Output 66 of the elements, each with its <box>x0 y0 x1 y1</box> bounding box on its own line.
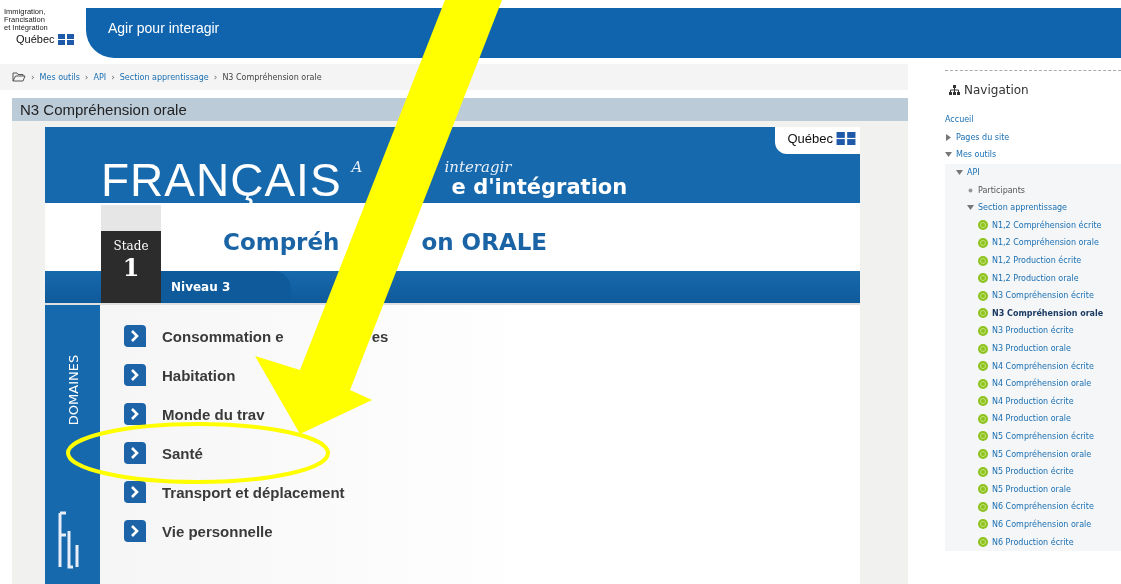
activity-icon <box>978 325 988 336</box>
chevron-button-icon[interactable] <box>124 481 146 503</box>
activity-icon <box>978 501 988 512</box>
collapsed-triangle-icon[interactable] <box>945 133 952 141</box>
domain-link[interactable]: Habitation <box>162 366 236 384</box>
activity-icon <box>978 413 988 424</box>
activity-icon <box>978 519 988 530</box>
chevron-button-icon[interactable] <box>124 364 146 386</box>
nav-link[interactable]: Pages du site <box>956 132 1010 142</box>
activity-icon <box>978 466 988 477</box>
activity-icon <box>978 361 988 372</box>
logo-text: Québec <box>16 33 55 45</box>
separator-icon: › <box>111 72 115 82</box>
flag-icon <box>836 132 856 145</box>
bullet-icon <box>967 186 974 194</box>
breadcrumb-link[interactable]: Mes outils <box>39 72 80 82</box>
activity-icon <box>978 343 988 354</box>
activity-icon <box>978 484 988 495</box>
banner-title: FRANÇAIS <box>101 157 342 203</box>
course-heading: Compréh <box>223 229 340 255</box>
expanded-triangle-icon[interactable] <box>967 204 974 212</box>
stade-badge: Stade 1 <box>101 205 161 303</box>
expanded-triangle-icon[interactable] <box>945 151 952 159</box>
logo-mark-icon <box>57 511 81 569</box>
activity-icon <box>978 378 988 389</box>
nav-link[interactable]: Accueil <box>945 115 974 125</box>
nav-link[interactable]: Mes outils <box>956 150 997 160</box>
activity-icon <box>978 255 988 266</box>
folder-icon[interactable] <box>12 72 26 82</box>
course-heading: on ORALE <box>421 229 548 255</box>
block-title: Navigation <box>964 83 1029 97</box>
breadcrumb-link[interactable]: Section apprentissage <box>119 72 209 82</box>
domain-link[interactable]: Monde du trav <box>162 405 265 423</box>
script-text: interagir <box>444 160 512 175</box>
domain-link[interactable]: Transport et déplacement <box>162 483 345 501</box>
chevron-button-icon[interactable] <box>124 325 146 347</box>
nav-link[interactable]: API <box>967 168 980 178</box>
activity-icon <box>978 220 988 231</box>
nav-link[interactable]: Participants <box>978 185 1025 195</box>
separator-icon: › <box>31 72 35 82</box>
activity-icon <box>978 431 988 442</box>
chevron-button-icon[interactable] <box>124 442 146 464</box>
domain-link[interactable]: Consommation e <box>162 327 284 345</box>
banner-subtitle: e d'intégration <box>451 175 628 199</box>
domain-link[interactable]: Santé <box>162 444 203 462</box>
activity-icon <box>978 449 988 460</box>
side-band: DOMAINES <box>45 305 100 584</box>
breadcrumb-link[interactable]: API <box>93 72 107 82</box>
page-title: N3 Compréhension orale <box>12 98 908 121</box>
domain-link[interactable]: es <box>371 327 389 345</box>
chevron-button-icon[interactable] <box>124 520 146 542</box>
site-title[interactable]: Agir pour interagir <box>108 20 220 36</box>
script-text: A <box>351 160 363 175</box>
expanded-triangle-icon[interactable] <box>956 169 963 177</box>
activity-icon <box>978 290 988 301</box>
separator-icon: › <box>213 72 218 82</box>
activity-icon <box>978 396 988 407</box>
flag-icon <box>57 33 74 45</box>
domain-link[interactable]: Vie personnelle <box>162 522 273 540</box>
activity-icon <box>978 273 988 284</box>
activity-icon <box>978 237 988 248</box>
separator-icon: › <box>84 72 89 82</box>
sitemap-icon <box>949 85 960 95</box>
activity-icon <box>978 537 988 548</box>
chevron-button-icon[interactable] <box>124 403 146 425</box>
activity-icon <box>978 308 988 319</box>
